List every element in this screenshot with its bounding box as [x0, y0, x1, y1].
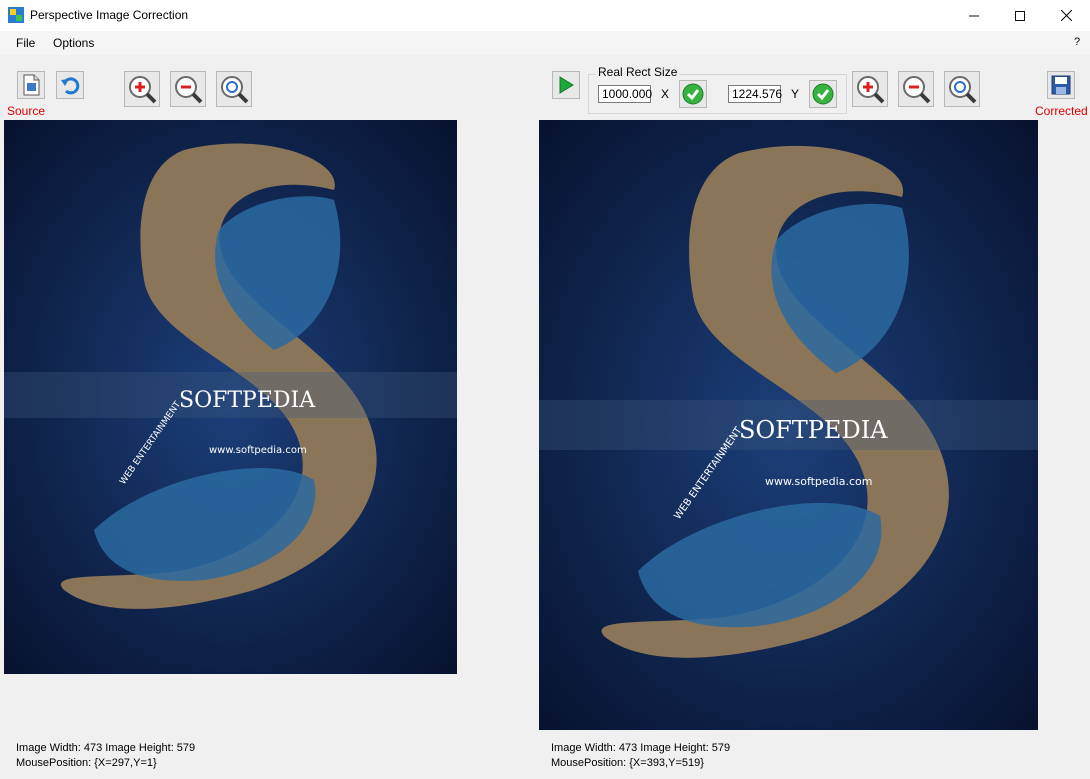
rect-x-input[interactable]: 1000.000 [598, 85, 652, 103]
menu-options[interactable]: Options [53, 36, 94, 50]
rect-y-label: Y [791, 87, 800, 101]
check-icon [682, 83, 704, 105]
close-button[interactable] [1043, 0, 1089, 31]
apply-y-button[interactable] [809, 80, 837, 108]
watermark-url: www.softpedia.com [209, 445, 307, 456]
zoom-out-icon [175, 76, 203, 104]
close-icon [1060, 10, 1072, 21]
zoom-fit-icon [949, 76, 977, 104]
open-source-button[interactable] [17, 71, 45, 99]
real-rect-size-label: Real Rect Size [596, 65, 680, 79]
corrected-zoom-out-button[interactable] [898, 71, 934, 107]
island-photo: SOFTPEDIA www.softpedia.com WEB ENTERTAI… [539, 120, 1038, 730]
rotate-icon [61, 77, 80, 95]
source-image[interactable]: SOFTPEDIA www.softpedia.com WEB ENTERTAI… [4, 120, 457, 674]
zoom-out-icon [903, 76, 931, 104]
save-icon [1051, 75, 1071, 95]
source-label: Source [7, 104, 46, 118]
help-menu[interactable]: ? [1074, 36, 1080, 48]
run-correction-button[interactable] [552, 71, 580, 99]
source-zoom-fit-button[interactable] [216, 71, 252, 107]
maximize-button[interactable] [997, 0, 1043, 31]
menu-bar [0, 31, 1090, 55]
source-zoom-in-button[interactable] [124, 71, 160, 107]
minimize-button[interactable] [951, 0, 997, 31]
corrected-zoom-in-button[interactable] [852, 71, 888, 107]
zoom-in-icon [857, 76, 885, 104]
corrected-image-size: Image Width: 473 Image Height: 579 [551, 742, 731, 754]
corrected-zoom-fit-button[interactable] [944, 71, 980, 107]
corrected-image[interactable]: SOFTPEDIA www.softpedia.com WEB ENTERTAI… [539, 120, 1038, 730]
play-icon [559, 76, 574, 94]
menu-file[interactable]: File [16, 36, 35, 50]
zoom-fit-icon [221, 76, 249, 104]
rect-y-input[interactable]: 1224.576 [728, 85, 782, 103]
corrected-mouse-position: MousePosition: {X=393,Y=519} [551, 757, 704, 769]
source-mouse-position: MousePosition: {X=297,Y=1} [16, 757, 157, 769]
window-title: Perspective Image Correction [30, 8, 189, 22]
apply-x-button[interactable] [679, 80, 707, 108]
source-zoom-out-button[interactable] [170, 71, 206, 107]
island-photo: SOFTPEDIA www.softpedia.com WEB ENTERTAI… [4, 120, 457, 674]
rotate-button[interactable] [56, 71, 84, 99]
watermark-text: SOFTPEDIA [739, 416, 888, 444]
source-image-size: Image Width: 473 Image Height: 579 [16, 742, 196, 754]
zoom-in-icon [129, 76, 157, 104]
watermark-text: SOFTPEDIA [179, 388, 316, 413]
rect-x-label: X [661, 87, 670, 101]
save-corrected-button[interactable] [1047, 71, 1075, 99]
open-file-icon [23, 74, 40, 96]
check-icon [812, 83, 834, 105]
corrected-label: Corrected [1035, 104, 1088, 118]
app-icon [8, 7, 24, 23]
minimize-icon [969, 15, 979, 16]
watermark-url: www.softpedia.com [765, 475, 872, 488]
maximize-icon [1015, 10, 1025, 21]
